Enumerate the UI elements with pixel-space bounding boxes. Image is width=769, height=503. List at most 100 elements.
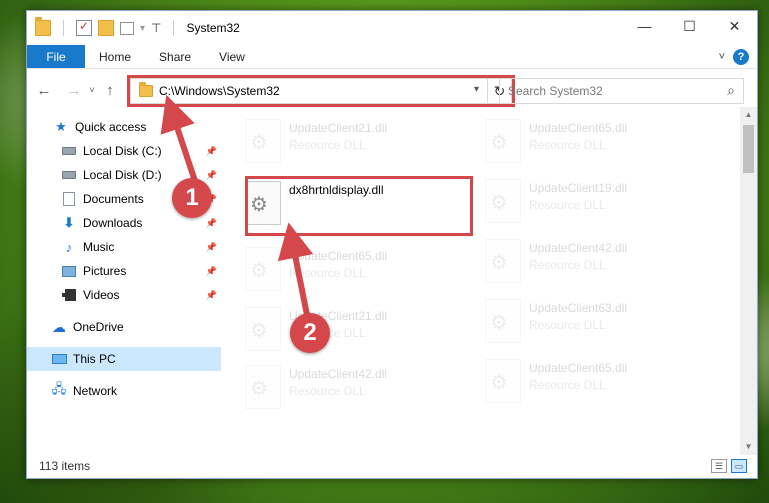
dll-file-icon: ⚙ (245, 119, 281, 163)
search-box[interactable]: Search System32 ⌕ (499, 78, 744, 104)
pin-icon[interactable]: 📌 (206, 290, 217, 301)
properties-icon[interactable] (76, 19, 92, 36)
tab-share[interactable]: Share (145, 45, 205, 68)
sidebar-item-videos[interactable]: Videos 📌 (27, 283, 221, 307)
dll-file-icon: ⚙ (245, 307, 281, 351)
new-folder-icon[interactable] (98, 20, 114, 36)
sidebar-item-label: This PC (73, 352, 116, 366)
sidebar-item-label: Documents (83, 192, 144, 206)
sidebar-item-quick-access[interactable]: ★ Quick access (27, 115, 221, 139)
pin-icon[interactable]: 📌 (206, 242, 217, 253)
search-icon[interactable]: ⌕ (727, 82, 735, 99)
close-button[interactable]: ✕ (712, 11, 757, 41)
scroll-down-icon[interactable]: ▼ (740, 439, 757, 455)
file-type: Resource DLL (529, 378, 606, 392)
sidebar-item-label: Videos (83, 288, 120, 302)
large-icons-view-icon[interactable]: ▭ (731, 459, 747, 473)
file-type: Resource DLL (289, 266, 366, 280)
minimize-button[interactable]: — (622, 11, 667, 41)
file-item[interactable]: ⚙ UpdateClient63.dll Resource DLL (467, 295, 697, 349)
dll-file-icon: ⚙ (485, 239, 521, 283)
back-button[interactable]: ← (33, 82, 55, 99)
file-type: Resource DLL (529, 138, 606, 152)
sidebar-item-network[interactable]: 🖧 Network (27, 379, 221, 403)
expand-ribbon-chevron-down-icon[interactable]: ˅ (719, 51, 725, 63)
sidebar-item-label: Music (83, 240, 115, 254)
file-type: Resource DLL (529, 258, 606, 272)
pin-icon[interactable]: 📌 (206, 170, 217, 181)
navigation-bar: ← → ˅ ↑ C:\Windows\System32 ▾ ↻ Search S… (27, 73, 757, 107)
address-highlight-box (127, 75, 515, 107)
ribbon-tabs: File Home Share View ˅ ? (27, 45, 757, 69)
dll-file-icon: ⚙ (485, 299, 521, 343)
navigation-pane: ★ Quick access Local Disk (C:) 📌 Local D… (27, 115, 221, 455)
sidebar-item-label: OneDrive (73, 320, 124, 334)
tab-view[interactable]: View (205, 45, 259, 68)
file-item[interactable]: ⚙ UpdateClient65.dll Resource DLL (467, 115, 697, 169)
callout-step-2: 2 (290, 313, 330, 353)
file-type: Resource DLL (289, 384, 366, 398)
ribbon-right: ˅ ? (719, 45, 757, 68)
vertical-scrollbar[interactable]: ▲ ▼ (740, 107, 757, 455)
dll-file-icon: ⚙ (245, 365, 281, 409)
scroll-thumb[interactable] (743, 125, 754, 173)
videos-icon (61, 288, 77, 302)
recent-locations-chevron-down-icon[interactable]: ˅ (85, 85, 99, 95)
pin-icon[interactable]: 📌 (206, 266, 217, 277)
file-list: ⚙ UpdateClient21.dll Resource DLL ⚙ dx8h… (227, 107, 735, 455)
disk-icon (61, 168, 77, 182)
file-item[interactable]: ⚙ UpdateClient42.dll Resource DLL (227, 361, 457, 415)
file-type: Resource DLL (289, 138, 366, 152)
file-explorer-window: ▾ ⊤ System32 — ☐ ✕ File Home Share View … (26, 10, 758, 479)
status-bar: 113 items ☰ ▭ (27, 454, 757, 478)
tab-file[interactable]: File (27, 45, 85, 68)
dll-file-icon: ⚙ (485, 359, 521, 403)
sidebar-item-label: Local Disk (C:) (83, 144, 162, 158)
file-item[interactable]: ⚙ UpdateClient42.dll Resource DLL (467, 235, 697, 289)
forward-button[interactable]: → (63, 82, 85, 99)
sidebar-item-music[interactable]: ♪ Music 📌 (27, 235, 221, 259)
star-icon: ★ (55, 119, 67, 134)
sidebar-item-label: Network (73, 384, 118, 398)
maximize-button[interactable]: ☐ (667, 11, 712, 41)
file-item[interactable]: ⚙ UpdateClient65.dll Resource DLL (227, 243, 457, 297)
sidebar-item-this-pc[interactable]: This PC (27, 347, 221, 371)
documents-icon (61, 192, 77, 206)
folder-icon (35, 17, 51, 36)
sidebar-item-local-disk-c[interactable]: Local Disk (C:) 📌 (27, 139, 221, 163)
file-item[interactable]: ⚙ UpdateClient65.dll Resource DLL (467, 355, 697, 409)
file-type: Resource DLL (529, 318, 606, 332)
qat-customize-icon[interactable]: ⊤ (151, 21, 161, 35)
quick-access-toolbar: ▾ ⊤ System32 (27, 17, 240, 36)
window-title: System32 (186, 21, 240, 35)
qat-chevron-down-icon[interactable]: ▾ (140, 23, 145, 34)
pin-icon[interactable]: 📌 (206, 146, 217, 157)
window-controls: — ☐ ✕ (622, 11, 757, 41)
file-item[interactable]: ⚙ UpdateClient21.dll Resource DLL (227, 303, 457, 357)
search-input[interactable]: Search System32 (508, 84, 603, 98)
downloads-icon: ⬇ (63, 215, 75, 230)
sidebar-item-onedrive[interactable]: ☁ OneDrive (27, 315, 221, 339)
item-count: 113 items (39, 459, 91, 473)
details-view-icon[interactable]: ☰ (711, 459, 727, 473)
sidebar-item-label: Downloads (83, 216, 143, 230)
file-item[interactable]: ⚙ UpdateClient21.dll Resource DLL (227, 115, 457, 169)
title-bar: ▾ ⊤ System32 — ☐ ✕ (27, 11, 757, 45)
cloud-icon: ☁ (52, 318, 66, 335)
file-item[interactable]: ⚙ UpdateClient19.dll Resource DLL (467, 175, 697, 229)
file-name: UpdateClient65.dll (289, 249, 388, 263)
pin-icon[interactable]: 📌 (206, 218, 217, 229)
divider (173, 20, 175, 36)
help-icon[interactable]: ? (733, 48, 749, 65)
file-name: UpdateClient42.dll (529, 241, 628, 255)
callout-step-1: 1 (172, 178, 212, 218)
sidebar-item-label: Quick access (75, 120, 147, 134)
divider (63, 20, 64, 36)
dll-file-icon: ⚙ (485, 179, 521, 223)
customize-layout-icon[interactable] (120, 21, 134, 35)
tab-home[interactable]: Home (85, 45, 145, 68)
up-button[interactable]: ↑ (99, 82, 121, 99)
computer-icon (51, 352, 67, 366)
sidebar-item-pictures[interactable]: Pictures 📌 (27, 259, 221, 283)
scroll-up-icon[interactable]: ▲ (740, 107, 757, 123)
